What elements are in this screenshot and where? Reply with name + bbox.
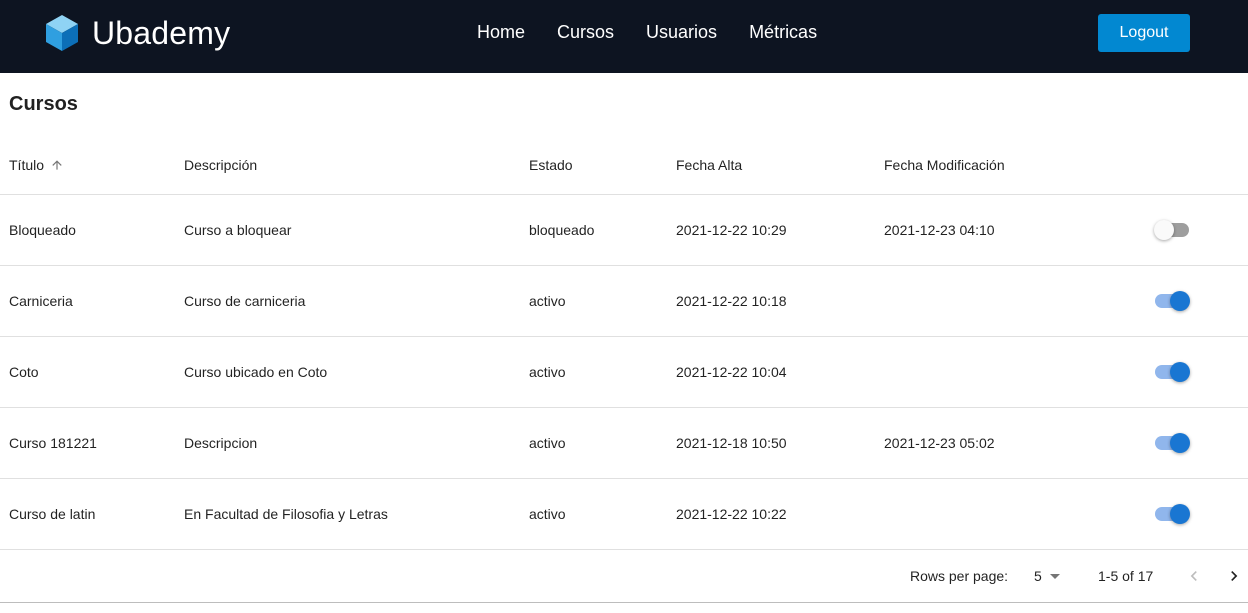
column-header-fecha-modificacion[interactable]: Fecha Modificación	[884, 136, 1005, 194]
rows-per-page-value: 5	[1034, 568, 1042, 584]
toggle-thumb	[1154, 220, 1174, 240]
cell-fecha-alta: 2021-12-22 10:22	[676, 506, 787, 522]
nav-cursos-link[interactable]: Cursos	[557, 22, 614, 43]
cell-descripcion: En Facultad de Filosofia y Letras	[184, 506, 388, 522]
cell-estado: activo	[529, 364, 566, 380]
chevron-left-icon[interactable]	[1182, 564, 1206, 588]
table-row[interactable]: Carniceria Curso de carniceria activo 20…	[0, 266, 1248, 337]
status-toggle[interactable]	[1154, 504, 1190, 524]
cell-descripcion: Curso ubicado en Coto	[184, 364, 328, 380]
cell-estado: activo	[529, 435, 566, 451]
column-header-label: Título	[9, 157, 45, 173]
column-header-descripcion[interactable]: Descripción	[184, 136, 257, 194]
app-name: Ubademy	[92, 14, 231, 51]
chevron-right-icon[interactable]	[1222, 564, 1246, 588]
rows-per-page-label: Rows per page:	[910, 568, 1009, 584]
courses-table: Título Descripción Estado Fecha Alta Fec…	[0, 136, 1248, 550]
table-header-row: Título Descripción Estado Fecha Alta Fec…	[0, 136, 1248, 195]
table-row[interactable]: Curso 181221 Descripcion activo 2021-12-…	[0, 408, 1248, 479]
brand[interactable]: Ubademy	[44, 13, 230, 53]
cell-fecha-modificacion: 2021-12-23 04:10	[884, 222, 995, 238]
status-toggle[interactable]	[1154, 291, 1190, 311]
cell-fecha-alta: 2021-12-22 10:18	[676, 293, 787, 309]
status-toggle[interactable]	[1154, 220, 1190, 240]
table-row[interactable]: Curso de latin En Facultad de Filosofia …	[0, 479, 1248, 550]
cell-titulo: Carniceria	[9, 293, 73, 309]
toggle-thumb	[1170, 291, 1190, 311]
rows-per-page-select[interactable]: 5	[1034, 568, 1060, 584]
logout-button[interactable]: Logout	[1098, 14, 1190, 52]
cell-estado: activo	[529, 506, 566, 522]
main-nav: Home Cursos Usuarios Métricas	[477, 20, 849, 44]
toggle-thumb	[1170, 362, 1190, 382]
page-title: Cursos	[9, 93, 78, 115]
cell-titulo: Curso 181221	[9, 435, 97, 451]
cell-titulo: Coto	[9, 364, 39, 380]
nav-home-link[interactable]: Home	[477, 22, 525, 43]
table-row[interactable]: Coto Curso ubicado en Coto activo 2021-1…	[0, 337, 1248, 408]
caret-down-icon	[1049, 573, 1060, 579]
cell-descripcion: Curso a bloquear	[184, 222, 292, 238]
toggle-thumb	[1170, 504, 1190, 524]
page-range: 1-5 of 17	[1098, 568, 1154, 584]
cell-descripcion: Curso de carniceria	[184, 293, 306, 309]
column-header-fecha-alta[interactable]: Fecha Alta	[676, 136, 742, 194]
cell-descripcion: Descripcion	[184, 435, 258, 451]
cell-fecha-modificacion: 2021-12-23 05:02	[884, 435, 995, 451]
nav-metricas-link[interactable]: Métricas	[749, 22, 817, 43]
cell-estado: activo	[529, 293, 566, 309]
toggle-thumb	[1170, 433, 1190, 453]
arrow-up-icon[interactable]	[50, 158, 64, 172]
top-navbar: Ubademy Home Cursos Usuarios Métricas Lo…	[0, 0, 1248, 73]
table-row[interactable]: Bloqueado Curso a bloquear bloqueado 202…	[0, 195, 1248, 266]
table-pagination: Rows per page: 5 1-5 of 17	[0, 550, 1248, 603]
cell-titulo: Curso de latin	[9, 506, 96, 522]
column-header-titulo[interactable]: Título	[9, 136, 64, 194]
cell-fecha-alta: 2021-12-22 10:04	[676, 364, 787, 380]
column-header-estado[interactable]: Estado	[529, 136, 573, 194]
nav-usuarios-link[interactable]: Usuarios	[646, 22, 717, 43]
cell-titulo: Bloqueado	[9, 222, 76, 238]
status-toggle[interactable]	[1154, 433, 1190, 453]
cell-fecha-alta: 2021-12-22 10:29	[676, 222, 787, 238]
cell-estado: bloqueado	[529, 222, 595, 238]
cell-fecha-alta: 2021-12-18 10:50	[676, 435, 787, 451]
hexagon-cube-logo-icon	[44, 13, 80, 53]
status-toggle[interactable]	[1154, 362, 1190, 382]
